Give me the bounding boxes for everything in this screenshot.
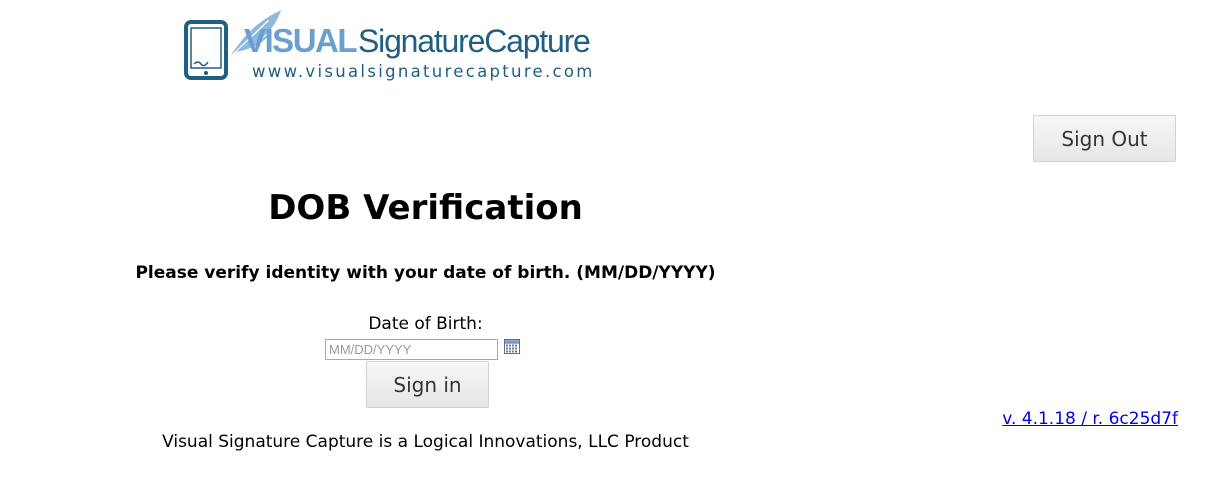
page: VISUALSignatureCapture www.visualsignatu… (0, 0, 1213, 488)
brand-part-signature-capture: SignatureCapture (358, 23, 591, 59)
brand-name: VISUALSignatureCapture (244, 22, 591, 59)
version-link[interactable]: v. 4.1.18 / r. 6c25d7f (1002, 409, 1178, 429)
brand-part-visual: VISUAL (244, 22, 358, 59)
calendar-icon[interactable] (504, 339, 520, 354)
product-footer-text: Visual Signature Capture is a Logical In… (162, 432, 689, 452)
logo: VISUALSignatureCapture www.visualsignatu… (182, 10, 652, 82)
brand-url: www.visualsignaturecapture.com (252, 62, 595, 81)
dob-input[interactable] (325, 339, 498, 360)
dob-label: Date of Birth: (368, 314, 483, 334)
page-title: DOB Verification (268, 188, 583, 228)
instructions-text: Please verify identity with your date of… (135, 263, 716, 283)
sign-in-button[interactable]: Sign in (366, 361, 489, 408)
sign-out-button[interactable]: Sign Out (1033, 115, 1176, 162)
